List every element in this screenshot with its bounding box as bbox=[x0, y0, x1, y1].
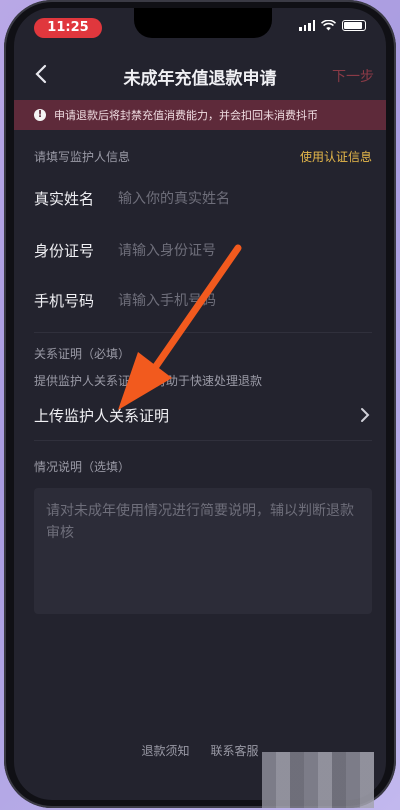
divider bbox=[34, 440, 372, 441]
status-bar: 11:25 bbox=[14, 8, 386, 46]
warning-text: 申请退款后将封禁充值消费能力，并会扣回未消费抖币 bbox=[54, 109, 318, 122]
status-time: 11:25 bbox=[34, 18, 102, 38]
nav-bar: 未成年充值退款申请 下一步 bbox=[14, 52, 386, 96]
relation-proof-title: 关系证明（必填） bbox=[34, 347, 131, 361]
app-screen: 11:25 未成年充值退款申请 下一步 ! 申请退款后将封禁充值消费能力，并会扣… bbox=[14, 8, 386, 800]
name-label: 真实姓名 bbox=[34, 189, 95, 208]
divider bbox=[34, 332, 372, 333]
phone-field-row[interactable]: 手机号码 请输入手机号码 bbox=[34, 276, 372, 324]
exclamation-icon: ! bbox=[34, 109, 46, 121]
upload-relation-proof-label: 上传监护人关系证明 bbox=[34, 406, 170, 425]
guardian-section-header: 请填写监护人信息 使用认证信息 bbox=[34, 148, 372, 165]
contact-support-link[interactable]: 联系客服 bbox=[211, 744, 259, 758]
notch bbox=[134, 8, 272, 38]
status-icons bbox=[299, 20, 366, 31]
upload-relation-proof-row[interactable]: 上传监护人关系证明 bbox=[34, 396, 372, 434]
next-step-button[interactable]: 下一步 bbox=[332, 66, 374, 86]
name-input[interactable]: 输入你的真实姓名 bbox=[118, 188, 230, 208]
use-auth-info-link[interactable]: 使用认证信息 bbox=[300, 148, 372, 165]
battery-icon bbox=[342, 20, 366, 31]
id-label: 身份证号 bbox=[34, 241, 95, 260]
phone-frame: 11:25 未成年充值退款申请 下一步 ! 申请退款后将封禁充值消费能力，并会扣… bbox=[4, 0, 396, 808]
wifi-icon bbox=[321, 20, 336, 31]
id-field-row[interactable]: 身份证号 请输入身份证号 bbox=[34, 226, 372, 274]
signal-icon bbox=[299, 20, 315, 31]
situation-title: 情况说明（选填） bbox=[34, 460, 131, 474]
refund-notice-link[interactable]: 退款须知 bbox=[141, 744, 189, 758]
phone-label: 手机号码 bbox=[34, 291, 95, 310]
situation-textarea[interactable]: 请对未成年使用情况进行简要说明，辅以判断退款审核 bbox=[34, 488, 372, 614]
page-title: 未成年充值退款申请 bbox=[123, 69, 277, 89]
phone-input[interactable]: 请输入手机号码 bbox=[118, 290, 216, 310]
guardian-section-label: 请填写监护人信息 bbox=[34, 150, 131, 164]
chevron-right-icon bbox=[361, 408, 370, 422]
name-field-row[interactable]: 真实姓名 输入你的真实姓名 bbox=[34, 174, 372, 222]
warning-banner: ! 申请退款后将封禁充值消费能力，并会扣回未消费抖币 bbox=[14, 100, 386, 130]
relation-proof-desc: 提供监护人关系证明，有助于快速处理退款 bbox=[34, 374, 263, 388]
id-number-input[interactable]: 请输入身份证号 bbox=[118, 240, 216, 260]
blurred-watermark bbox=[262, 752, 374, 808]
